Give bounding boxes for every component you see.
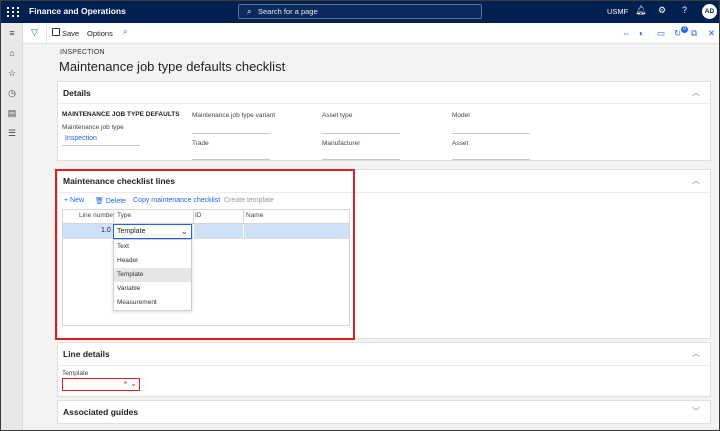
trade-field[interactable] — [192, 159, 270, 160]
template-lookup-field[interactable]: * ⌄ — [62, 378, 140, 391]
office-icon[interactable]: ◐ — [639, 28, 644, 38]
associated-guides-header[interactable]: Associated guides — [63, 407, 138, 417]
template-label: Template — [62, 370, 89, 377]
action-pane-divider — [46, 23, 47, 44]
action-pane: ▽ Save Options ⌕ ⇔ ◐ ▭ 0 ↻ ⧉ ✕ — [23, 23, 719, 44]
asset-label: Asset — [452, 140, 469, 147]
field-group-title: MAINTENANCE JOB TYPE DEFAULTS — [62, 111, 180, 118]
workspace-icon[interactable]: ▤ — [6, 107, 18, 119]
red-highlight-box — [55, 169, 355, 340]
hamburger-icon[interactable]: ≡ — [6, 27, 18, 39]
options-tab[interactable]: Options — [87, 29, 113, 38]
popout-icon[interactable]: ⧉ — [691, 28, 697, 39]
notification-badge: 0 — [681, 26, 688, 33]
job-type-variant-label: Maintenance job type variant — [192, 112, 276, 119]
save-icon[interactable] — [52, 28, 60, 36]
page-caption: INSPECTION — [60, 49, 105, 56]
job-type-variant-field[interactable] — [192, 133, 270, 134]
star-icon[interactable]: ☆ — [6, 67, 18, 79]
top-nav-bar: Finance and Operations ⌕ Search for a pa… — [1, 1, 719, 23]
line-details-header[interactable]: Line details — [63, 349, 110, 359]
save-button[interactable]: Save — [62, 29, 79, 38]
asset-type-field[interactable] — [322, 133, 400, 134]
required-marker: * — [123, 380, 127, 389]
left-nav-rail: ≡ ⌂ ☆ ◷ ▤ ☰ — [1, 23, 23, 430]
company-picker[interactable]: USMF — [607, 7, 628, 16]
help-icon[interactable]: ? — [682, 5, 687, 15]
chevron-down-icon[interactable]: ﹀ — [692, 406, 700, 417]
bell-icon[interactable]: 🔔︎ — [635, 5, 646, 16]
chevron-up-icon[interactable]: ︿ — [692, 348, 700, 359]
trade-label: Trade — [192, 140, 209, 147]
search-placeholder: Search for a page — [258, 7, 318, 16]
app-title[interactable]: Finance and Operations — [29, 6, 126, 16]
job-type-value[interactable]: Inspection — [65, 135, 97, 142]
job-type-label: Maintenance job type — [62, 124, 124, 131]
app-launcher-icon[interactable] — [4, 4, 20, 20]
search-icon: ⌕ — [247, 7, 252, 16]
model-field[interactable] — [452, 133, 530, 134]
model-label: Model — [452, 112, 470, 119]
details-fasttab: Details ︿ — [57, 81, 711, 161]
refresh-icon[interactable]: ↻ — [674, 28, 681, 39]
attachment-icon[interactable]: ▭ — [657, 28, 665, 39]
action-search-icon[interactable]: ⌕ — [123, 27, 127, 37]
page-title: Maintenance job type defaults checklist — [59, 59, 286, 74]
global-search-box[interactable]: ⌕ Search for a page — [238, 4, 482, 19]
chevron-down-icon[interactable]: ⌄ — [130, 379, 137, 388]
link-icon[interactable]: ⇔ — [622, 28, 631, 38]
asset-type-label: Asset type — [322, 112, 353, 119]
associated-guides-fasttab: Associated guides ﹀ — [57, 400, 711, 424]
line-details-divider — [58, 365, 710, 366]
details-header[interactable]: Details — [63, 88, 91, 98]
job-type-underline — [62, 145, 140, 146]
manufacturer-label: Manufacturer — [322, 140, 361, 147]
close-icon[interactable]: ✕ — [708, 28, 715, 39]
manufacturer-field[interactable] — [322, 159, 400, 160]
home-icon[interactable]: ⌂ — [6, 47, 18, 59]
avatar[interactable]: AD — [702, 4, 717, 19]
line-details-fasttab: Line details ︿ — [57, 342, 711, 397]
clock-icon[interactable]: ◷ — [6, 87, 18, 99]
gear-icon[interactable]: ⚙ — [658, 5, 666, 16]
filter-icon[interactable]: ▽ — [31, 27, 38, 38]
chevron-up-icon[interactable]: ︿ — [692, 175, 700, 186]
asset-field[interactable] — [452, 159, 530, 160]
chevron-up-icon[interactable]: ︿ — [692, 87, 700, 98]
modules-icon[interactable]: ☰ — [6, 127, 18, 139]
app-frame: Finance and Operations ⌕ Search for a pa… — [1, 1, 719, 430]
details-divider — [58, 103, 710, 104]
